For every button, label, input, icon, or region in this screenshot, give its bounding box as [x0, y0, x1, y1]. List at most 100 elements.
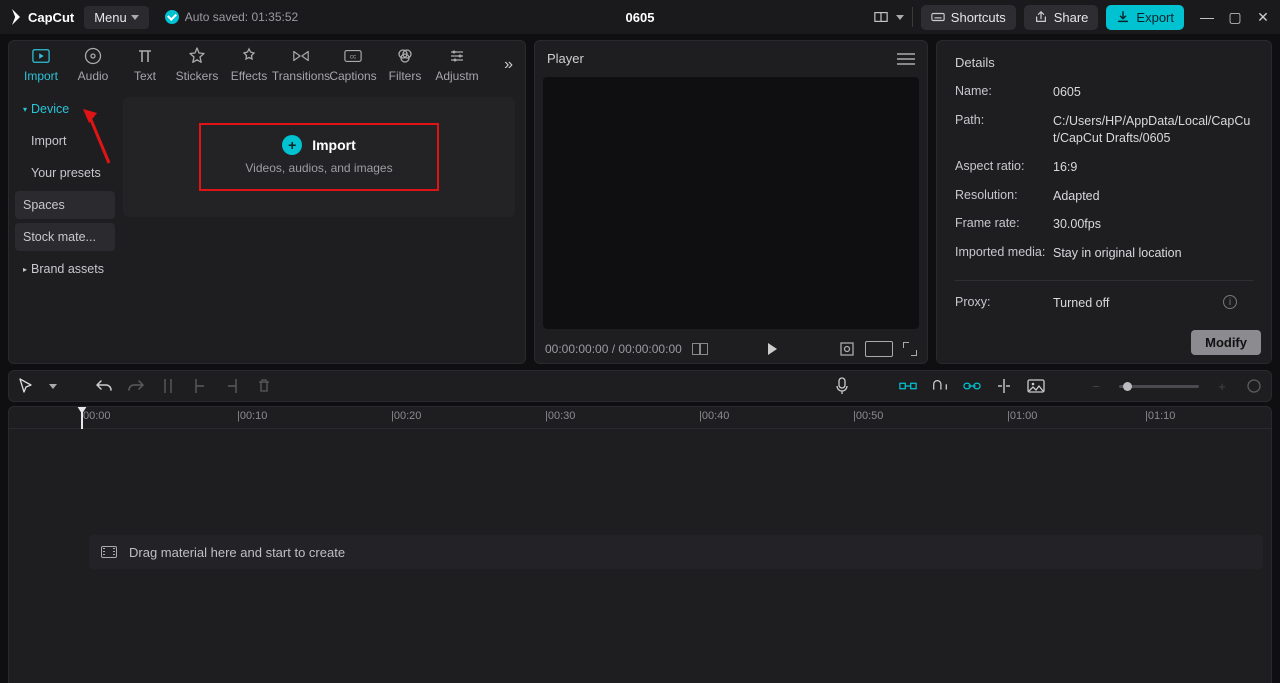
split-tool[interactable]	[159, 377, 177, 395]
window-close-button[interactable]: ✕	[1254, 8, 1272, 26]
caret-right-icon: ▸	[23, 265, 27, 274]
filters-icon	[396, 47, 414, 65]
zoom-fit-button[interactable]	[1245, 377, 1263, 395]
player-menu-icon[interactable]	[897, 53, 915, 65]
tab-label: Import	[24, 69, 58, 83]
player-panel: Player 00:00:00:00 / 00:00:00:00	[534, 40, 928, 364]
sidebar-item-spaces[interactable]: Spaces	[15, 191, 115, 219]
detail-row-resolution: Resolution:Adapted	[955, 188, 1253, 205]
share-button[interactable]: Share	[1024, 5, 1099, 30]
timeline-drop-hint: Drag material here and start to create	[129, 545, 345, 560]
sidebar-item-stock[interactable]: Stock mate...	[15, 223, 115, 251]
ruler-tick: |01:10	[1145, 410, 1175, 422]
trim-right-tool[interactable]	[223, 377, 241, 395]
sidebar-item-import[interactable]: Import	[15, 127, 115, 155]
tab-text[interactable]: Text	[119, 47, 171, 83]
player-title: Player	[547, 51, 584, 66]
detail-value: 16:9	[1053, 159, 1253, 176]
magnet-snap-toggle[interactable]	[931, 377, 949, 395]
detail-key: Resolution:	[955, 188, 1053, 205]
media-tabs: Import Audio Text Stickers Effects Trans…	[9, 41, 525, 89]
text-icon	[136, 47, 154, 65]
player-scale-icon[interactable]	[839, 341, 855, 357]
player-ratio-button[interactable]	[865, 341, 893, 357]
film-icon	[101, 546, 117, 558]
record-voiceover-button[interactable]	[833, 377, 851, 395]
tab-label: Captions	[329, 69, 376, 83]
sidebar-item-device[interactable]: ▾Device	[15, 95, 115, 123]
tab-effects[interactable]: Effects	[223, 47, 275, 83]
detail-row-imported: Imported media:Stay in original location	[955, 245, 1253, 262]
layout-presets-icon[interactable]	[874, 10, 888, 24]
check-circle-icon	[165, 10, 179, 24]
chevron-down-icon[interactable]	[49, 384, 57, 389]
captions-icon: cc	[344, 47, 362, 65]
magnet-main-toggle[interactable]	[899, 377, 917, 395]
shortcuts-label: Shortcuts	[951, 10, 1006, 25]
sidebar-item-label: Spaces	[23, 198, 65, 212]
detail-value: Stay in original location	[1053, 245, 1253, 262]
fullscreen-icon[interactable]	[903, 342, 917, 356]
timeline-ruler[interactable]: 00:00 |00:10 |00:20 |00:30 |00:40 |00:50…	[9, 407, 1271, 429]
menu-button[interactable]: Menu	[84, 6, 149, 29]
detail-key: Imported media:	[955, 245, 1053, 262]
import-drop-area[interactable]: + Import Videos, audios, and images	[123, 97, 515, 217]
window-maximize-button[interactable]: ▢	[1226, 8, 1244, 26]
redo-button[interactable]	[127, 377, 145, 395]
modify-button[interactable]: Modify	[1191, 330, 1261, 355]
zoom-out-button[interactable]: −	[1087, 377, 1105, 395]
zoom-slider-handle[interactable]	[1123, 382, 1132, 391]
sidebar-item-brand[interactable]: ▸ Brand assets	[15, 255, 115, 283]
ruler-tick: |01:00	[1007, 410, 1037, 422]
tab-adjustment[interactable]: Adjustm	[431, 47, 483, 83]
ruler-tick: 00:00	[83, 410, 111, 422]
timeline-toolbar: − +	[8, 370, 1272, 402]
timeline-drop-track[interactable]: Drag material here and start to create	[89, 535, 1263, 569]
zoom-in-button[interactable]: +	[1213, 377, 1231, 395]
undo-button[interactable]	[95, 377, 113, 395]
shortcuts-button[interactable]: Shortcuts	[921, 5, 1016, 30]
detail-key: Proxy:	[955, 295, 1053, 312]
detail-key: Aspect ratio:	[955, 159, 1053, 176]
player-compare-icon[interactable]	[692, 343, 708, 355]
tab-stickers[interactable]: Stickers	[171, 47, 223, 83]
tab-import[interactable]: Import	[15, 47, 67, 83]
divider	[912, 7, 913, 27]
player-timecode: 00:00:00:00 / 00:00:00:00	[545, 342, 682, 356]
autosaved-label: Auto saved: 01:35:52	[185, 10, 298, 24]
tab-transitions[interactable]: Transitions	[275, 47, 327, 83]
trim-left-tool[interactable]	[191, 377, 209, 395]
detail-row-framerate: Frame rate:30.00fps	[955, 216, 1253, 233]
link-toggle[interactable]	[963, 377, 981, 395]
tabs-overflow-button[interactable]: »	[504, 56, 519, 74]
share-label: Share	[1054, 10, 1089, 25]
caret-down-icon: ▾	[23, 105, 27, 114]
ruler-tick: |00:10	[237, 410, 267, 422]
export-icon	[1116, 10, 1130, 24]
detail-key: Frame rate:	[955, 216, 1053, 233]
sidebar-item-label: Brand assets	[31, 262, 104, 276]
export-button[interactable]: Export	[1106, 5, 1184, 30]
zoom-slider[interactable]	[1119, 385, 1199, 388]
chevron-down-icon[interactable]	[896, 15, 904, 20]
tab-filters[interactable]: Filters	[379, 47, 431, 83]
delete-tool[interactable]	[255, 377, 273, 395]
preview-axis-toggle[interactable]	[995, 377, 1013, 395]
ruler-tick: |00:30	[545, 410, 575, 422]
detail-row-name: Name:0605	[955, 84, 1253, 101]
play-button[interactable]	[768, 343, 777, 355]
tab-audio[interactable]: Audio	[67, 47, 119, 83]
capcut-logo-icon	[8, 9, 24, 25]
keyboard-icon	[931, 10, 945, 24]
player-stage	[543, 77, 919, 329]
window-minimize-button[interactable]: —	[1198, 8, 1216, 26]
plus-circle-icon: +	[282, 135, 302, 155]
cover-frame-button[interactable]	[1027, 377, 1045, 395]
ruler-tick: |00:20	[391, 410, 421, 422]
app-logo: CapCut	[8, 9, 74, 25]
sidebar-item-presets[interactable]: Your presets	[15, 159, 115, 187]
tab-label: Stickers	[176, 69, 219, 83]
import-title: Import	[312, 137, 356, 153]
tab-captions[interactable]: cc Captions	[327, 47, 379, 83]
selection-tool[interactable]	[17, 377, 35, 395]
